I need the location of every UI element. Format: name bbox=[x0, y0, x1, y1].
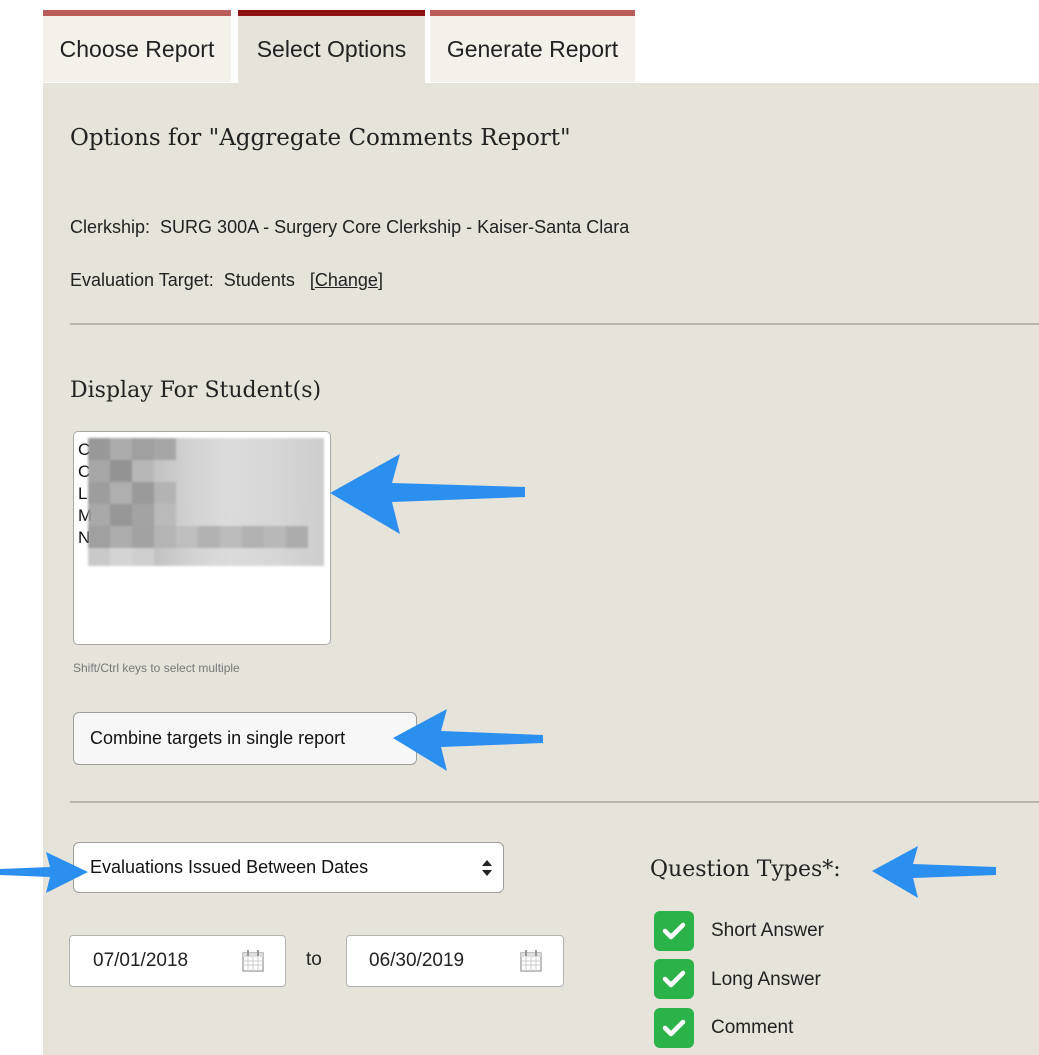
calendar-icon[interactable] bbox=[242, 950, 264, 972]
checkmark-icon bbox=[662, 970, 686, 988]
start-date-value: 07/01/2018 bbox=[93, 950, 189, 971]
date-filter-select[interactable]: Evaluations Issued Between Dates bbox=[73, 842, 504, 893]
combine-targets-select[interactable]: Combine targets in single report bbox=[73, 712, 417, 765]
end-date-value: 06/30/2019 bbox=[369, 950, 465, 971]
evaluation-target-label: Evaluation Target: bbox=[70, 270, 214, 290]
clerkship-label: Clerkship: bbox=[70, 217, 151, 237]
options-panel: Options for "Aggregate Comments Report" … bbox=[43, 83, 1039, 1055]
tab-select-options[interactable]: Select Options bbox=[238, 10, 425, 84]
options-title: Options for "Aggregate Comments Report" bbox=[70, 125, 571, 151]
clerkship-line: Clerkship: SURG 300A - Surgery Core Cler… bbox=[70, 217, 629, 238]
end-date-input[interactable]: 06/30/2019 bbox=[346, 935, 564, 987]
pointer-arrow bbox=[330, 454, 525, 534]
clerkship-value: SURG 300A - Surgery Core Clerkship - Kai… bbox=[160, 217, 630, 237]
comment-checkbox[interactable] bbox=[654, 1008, 694, 1048]
tab-generate-report[interactable]: Generate Report bbox=[430, 10, 635, 82]
pointer-arrow bbox=[393, 709, 543, 771]
pointer-arrow bbox=[0, 852, 88, 893]
tab-label: Generate Report bbox=[446, 36, 619, 62]
display-for-heading: Display For Student(s) bbox=[70, 378, 322, 403]
date-range-separator: to bbox=[306, 949, 322, 970]
long-answer-label: Long Answer bbox=[711, 969, 821, 990]
select-arrows-icon bbox=[482, 860, 492, 876]
change-link[interactable]: Change bbox=[315, 270, 378, 290]
combine-targets-label: Combine targets in single report bbox=[90, 728, 346, 748]
list-item[interactable]: L bbox=[78, 484, 87, 504]
tab-label: Select Options bbox=[256, 36, 407, 62]
evaluation-target-value: Students bbox=[223, 270, 295, 290]
short-answer-checkbox[interactable] bbox=[654, 911, 694, 951]
tab-choose-report[interactable]: Choose Report bbox=[43, 10, 231, 82]
checkmark-icon bbox=[662, 922, 686, 940]
student-listbox[interactable]: C C L M N bbox=[73, 431, 331, 645]
calendar-icon[interactable] bbox=[520, 950, 542, 972]
multi-select-hint: Shift/Ctrl keys to select multiple bbox=[73, 661, 240, 675]
checkmark-icon bbox=[662, 1019, 686, 1037]
date-filter-value: Evaluations Issued Between Dates bbox=[90, 857, 369, 877]
tab-label: Choose Report bbox=[59, 36, 215, 62]
divider bbox=[70, 323, 1039, 325]
comment-label: Comment bbox=[711, 1017, 794, 1038]
question-types-heading: Question Types*: bbox=[650, 857, 841, 882]
change-bracket-close: ] bbox=[377, 270, 383, 290]
evaluation-target-line: Evaluation Target: Students [Change] bbox=[70, 270, 383, 291]
pointer-arrow bbox=[872, 846, 996, 898]
start-date-input[interactable]: 07/01/2018 bbox=[69, 935, 286, 987]
divider bbox=[70, 801, 1039, 803]
short-answer-label: Short Answer bbox=[711, 920, 824, 941]
long-answer-checkbox[interactable] bbox=[654, 959, 694, 999]
redacted-names bbox=[88, 438, 324, 566]
